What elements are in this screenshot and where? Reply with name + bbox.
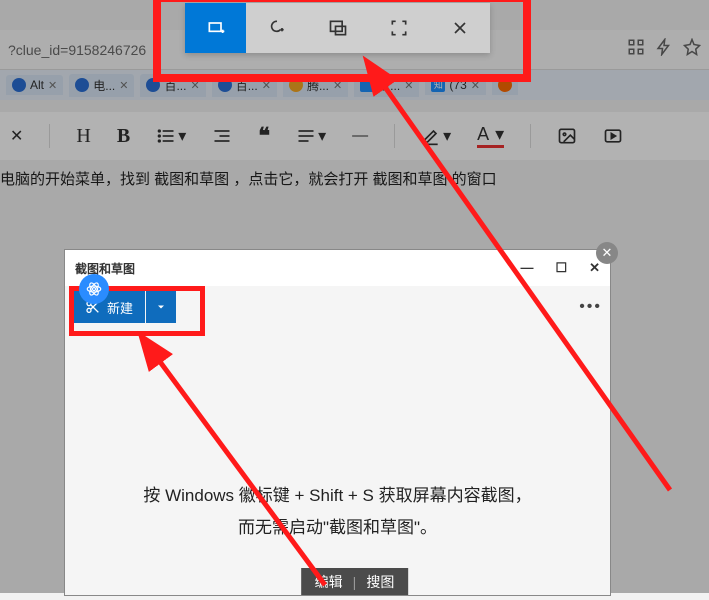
url-bar-icons [627, 38, 701, 61]
close-icon[interactable]: ✕ [119, 79, 128, 92]
indent-button[interactable] [212, 126, 232, 146]
chevron-down-icon: ▾ [178, 126, 186, 146]
quote-button[interactable]: ❝ [258, 123, 270, 149]
separator: | [353, 574, 357, 590]
annotation-arrow [370, 70, 690, 515]
tab-item[interactable]: Alt ✕ [6, 75, 63, 95]
url-text: ?clue_id=9158246726 [8, 42, 146, 58]
atom-icon [79, 274, 109, 304]
bold-button[interactable]: B [117, 125, 130, 148]
chevron-down-icon: ▾ [318, 126, 326, 146]
hr-button[interactable]: — [352, 127, 368, 145]
divider [49, 124, 50, 148]
star-icon[interactable] [683, 38, 701, 61]
annotation-arrow [145, 345, 345, 600]
list-button[interactable]: ▾ [156, 126, 186, 146]
close-icon[interactable]: ✕ [10, 126, 23, 146]
grid-icon[interactable] [627, 38, 645, 61]
close-icon[interactable]: ✕ [48, 79, 57, 92]
heading-button[interactable]: H [76, 125, 90, 148]
tab-label: 电... [93, 77, 115, 94]
align-button[interactable]: ▾ [296, 126, 326, 146]
tab-item[interactable]: 电... ✕ [69, 74, 134, 97]
inner-window-title: 截图和草图 [75, 260, 135, 277]
tab-label: Alt [30, 78, 44, 92]
baidu-icon [75, 78, 89, 92]
baidu-icon [12, 78, 26, 92]
lightning-icon[interactable] [655, 38, 673, 61]
search-image-button[interactable]: 搜图 [366, 572, 394, 592]
